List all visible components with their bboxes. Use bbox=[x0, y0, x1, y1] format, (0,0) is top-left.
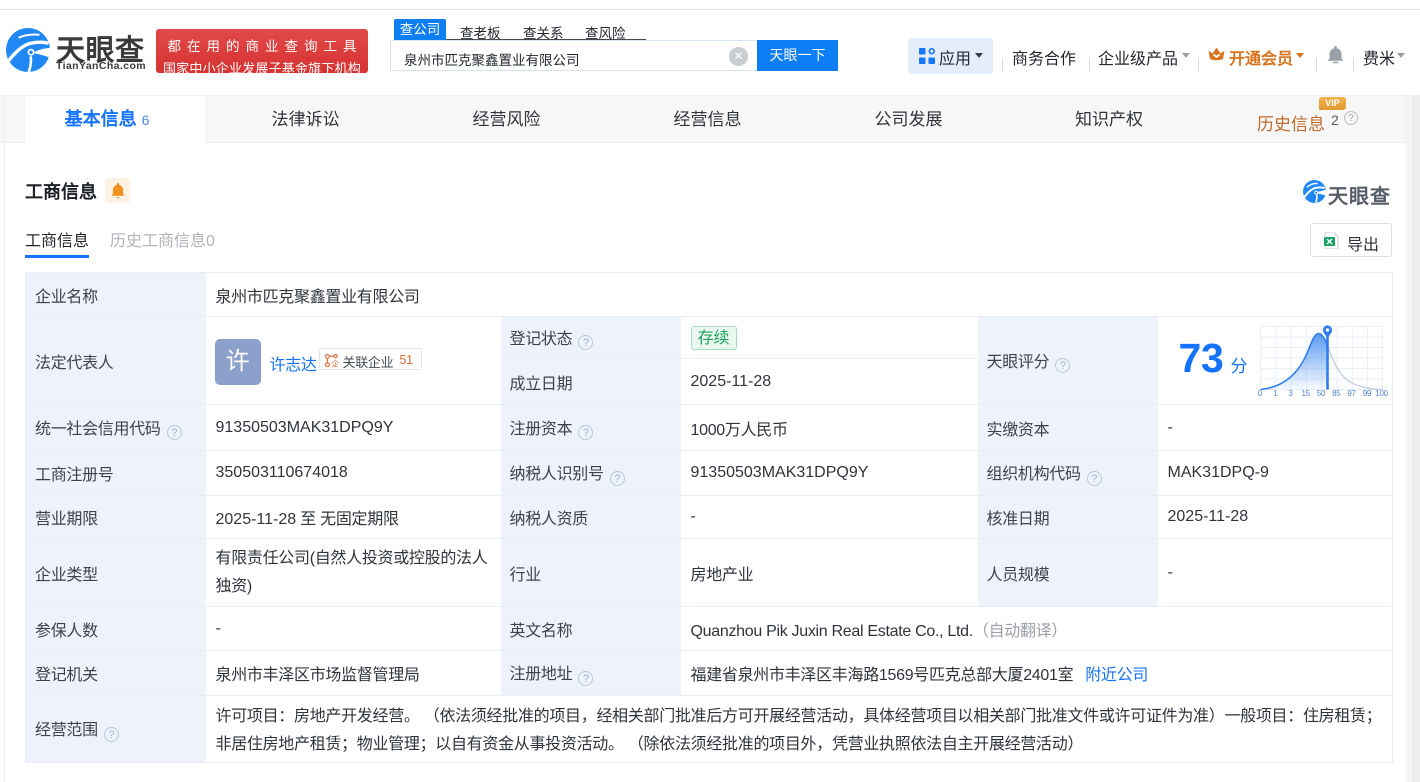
svg-text:企: 企 bbox=[331, 359, 339, 367]
